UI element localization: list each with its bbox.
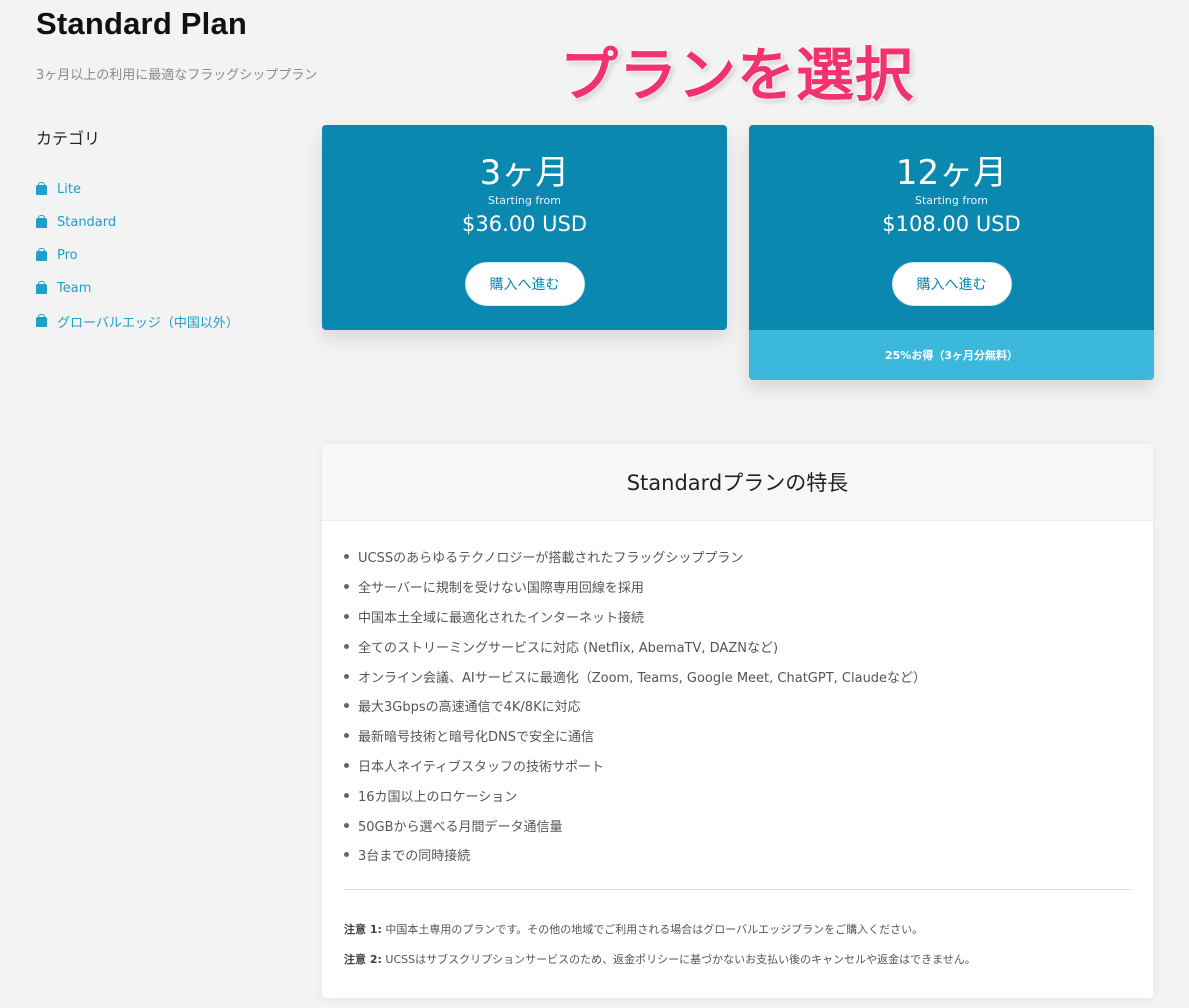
divider	[344, 889, 1131, 890]
feature-text: 最新暗号技術と暗号化DNSで安全に通信	[358, 730, 594, 746]
discount-badge: 25%お得（3ヶ月分無料）	[749, 330, 1154, 380]
features-header: Standardプランの特長	[322, 444, 1153, 521]
list-item: UCSSのあらゆるテクノロジーが搭載されたフラッグシッププラン	[344, 542, 926, 572]
sidebar-item-label: グローバルエッジ（中国以外）	[57, 316, 239, 331]
feature-text: 中国本土全域に最適化されたインターネット接続	[358, 610, 645, 626]
note-text: UCSSはサブスクリプションサービスのため、返金ポリシーに基づかないお支払い後の…	[385, 953, 976, 966]
page-title: Standard Plan	[36, 6, 248, 41]
sidebar-item-standard[interactable]: Standard	[36, 206, 296, 239]
feature-text: UCSSのあらゆるテクノロジーが搭載されたフラッグシッププラン	[358, 551, 744, 567]
plan-starting-label: Starting from	[488, 194, 561, 207]
bullet-icon	[344, 554, 349, 560]
shopping-bag-icon	[36, 181, 47, 195]
feature-text: 最大3Gbpsの高速通信で4K/8Kに対応	[358, 700, 581, 716]
note-label: 注意 1:	[344, 923, 382, 936]
plan-card-body: 3ヶ月 Starting from $36.00 USD 購入へ進む	[322, 125, 727, 330]
buy-button-12-months[interactable]: 購入へ進む	[891, 262, 1012, 306]
sidebar-item-team[interactable]: Team	[36, 272, 296, 305]
page-subtitle: 3ヶ月以上の利用に最適なフラッグシッププラン	[36, 68, 318, 83]
features-title: Standardプランの特長	[626, 471, 849, 495]
sidebar-item-label: Pro	[57, 248, 78, 263]
plan-card-3-months: 3ヶ月 Starting from $36.00 USD 購入へ進む	[322, 125, 727, 330]
bullet-icon	[344, 733, 349, 739]
shopping-bag-icon	[36, 247, 47, 261]
bullet-icon	[344, 613, 349, 619]
list-item: オンライン会議、AIサービスに最適化（Zoom, Teams, Google M…	[344, 661, 926, 691]
buy-button-3-months[interactable]: 購入へ進む	[464, 262, 585, 306]
list-item: 50GBから選べる月間データ通信量	[344, 810, 926, 840]
list-item: 全てのストリーミングサービスに対応 (Netflix, AbemaTV, DAZ…	[344, 631, 926, 661]
note-label: 注意 2:	[344, 953, 382, 966]
list-item: 全サーバーに規制を受けない国際専用回線を採用	[344, 572, 926, 602]
list-item: 最新暗号技術と暗号化DNSで安全に通信	[344, 721, 926, 751]
feature-text: 3台までの同時接続	[358, 849, 471, 865]
sidebar-item-lite[interactable]: Lite	[36, 173, 296, 206]
bullet-icon	[344, 792, 349, 798]
feature-text: 全サーバーに規制を受けない国際専用回線を採用	[358, 581, 644, 597]
plan-price: $108.00 USD	[882, 212, 1021, 236]
list-item: 日本人ネイティブスタッフの技術サポート	[344, 751, 926, 781]
bullet-icon	[344, 584, 349, 590]
sidebar-item-label: Team	[57, 281, 92, 296]
feature-text: 50GBから選べる月間データ通信量	[358, 819, 563, 835]
sidebar-item-label: Standard	[57, 215, 117, 230]
sidebar-item-label: Lite	[57, 182, 81, 197]
note-1: 注意 1: 中国本土専用のプランです。その他の地域でご利用される場合はグローバル…	[344, 921, 923, 937]
plan-card-12-months: 12ヶ月 Starting from $108.00 USD 購入へ進む 25%…	[749, 125, 1154, 380]
bullet-icon	[344, 643, 349, 649]
feature-text: オンライン会議、AIサービスに最適化（Zoom, Teams, Google M…	[358, 670, 927, 686]
list-item: 中国本土全域に最適化されたインターネット接続	[344, 602, 926, 632]
note-text: 中国本土専用のプランです。その他の地域でご利用される場合はグローバルエッジプラン…	[385, 923, 924, 936]
overlay-caption: プランを選択	[560, 41, 915, 109]
bullet-icon	[344, 762, 349, 768]
feature-list: UCSSのあらゆるテクノロジーが搭載されたフラッグシッププラン 全サーバーに規制…	[344, 542, 926, 870]
plan-duration: 3ヶ月	[479, 153, 570, 193]
list-item: 16カ国以上のロケーション	[344, 780, 926, 810]
features-panel: Standardプランの特長 UCSSのあらゆるテクノロジーが搭載されたフラッグ…	[322, 444, 1153, 998]
list-item: 3台までの同時接続	[344, 840, 926, 870]
category-sidebar: カテゴリ Lite Standard Pro Team グローバルエッジ（中国以…	[36, 125, 296, 338]
feature-text: 日本人ネイティブスタッフの技術サポート	[358, 759, 604, 775]
plan-starting-label: Starting from	[915, 194, 988, 207]
note-2: 注意 2: UCSSはサブスクリプションサービスのため、返金ポリシーに基づかない…	[344, 951, 976, 967]
bullet-icon	[344, 822, 349, 828]
plan-duration: 12ヶ月	[895, 153, 1008, 193]
bullet-icon	[344, 673, 349, 679]
bullet-icon	[344, 852, 349, 858]
plan-price: $36.00 USD	[461, 212, 588, 236]
feature-text: 全てのストリーミングサービスに対応 (Netflix, AbemaTV, DAZ…	[358, 640, 779, 656]
list-item: 最大3Gbpsの高速通信で4K/8Kに対応	[344, 691, 926, 721]
bullet-icon	[344, 703, 349, 709]
shopping-bag-icon	[36, 280, 47, 294]
sidebar-heading: カテゴリ	[36, 129, 101, 148]
plan-card-body: 12ヶ月 Starting from $108.00 USD 購入へ進む	[749, 125, 1154, 330]
feature-text: 16カ国以上のロケーション	[358, 789, 518, 805]
shopping-bag-icon	[36, 313, 47, 327]
sidebar-item-pro[interactable]: Pro	[36, 239, 296, 272]
sidebar-item-global-edge[interactable]: グローバルエッジ（中国以外）	[36, 305, 296, 338]
shopping-bag-icon	[36, 214, 47, 228]
